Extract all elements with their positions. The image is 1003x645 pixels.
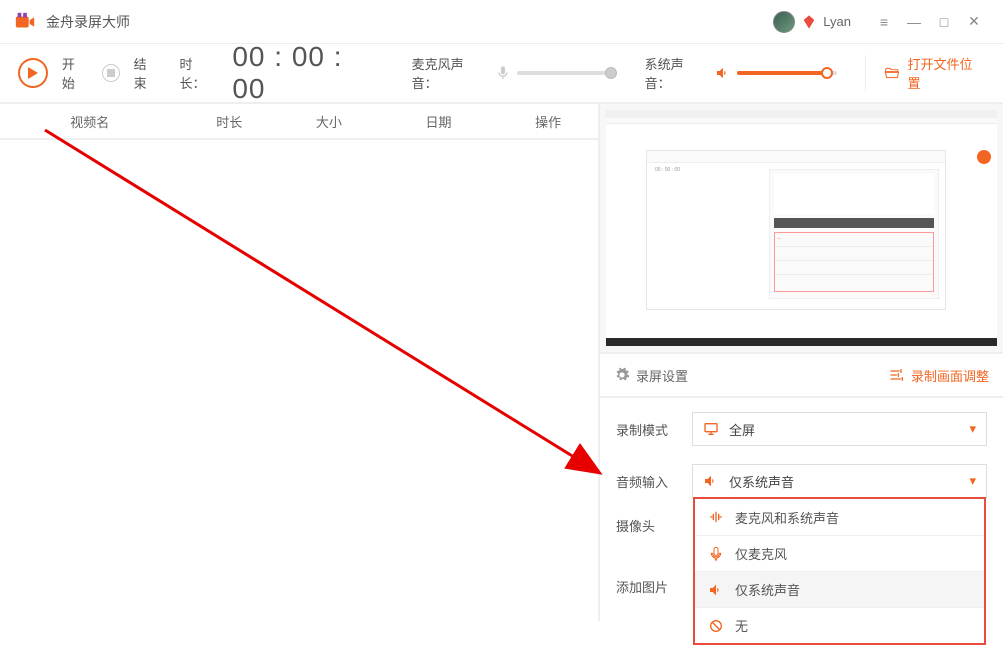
mic-icon (707, 546, 725, 562)
record-start-button[interactable] (18, 58, 48, 88)
folder-icon (884, 65, 900, 81)
open-folder-label: 打开文件位置 (907, 54, 985, 92)
settings-title: 录屏设置 (636, 366, 688, 385)
settings-body: 录制模式 全屏 ▾ 音频输入 仅系统声音 ▾ 麦克风和系统声音 (600, 398, 1003, 610)
speaker-icon (703, 473, 721, 489)
mic-label: 麦克风声音： (412, 54, 490, 92)
monitor-icon (703, 421, 721, 437)
duration-label: 时长： (180, 54, 219, 92)
dd-label: 麦克风和系统声音 (735, 508, 839, 527)
col-name: 视频名 (0, 112, 179, 131)
col-date: 日期 (379, 112, 499, 131)
maximize-button[interactable]: □ (929, 7, 959, 37)
audio-dropdown: 麦克风和系统声音 仅麦克风 仅系统声音 无 (693, 497, 986, 645)
gear-icon (614, 367, 630, 383)
start-label: 开始 (62, 54, 88, 92)
minimize-button[interactable]: — (899, 7, 929, 37)
stop-label: 结束 (134, 54, 160, 92)
camera-label: 摄像头 (616, 516, 678, 535)
right-panel: 00 : 00 : 00 — 录屏设置 (600, 104, 1003, 621)
open-folder-button[interactable]: 打开文件位置 (865, 55, 985, 91)
dd-label: 仅麦克风 (735, 544, 787, 563)
audio-value: 仅系统声音 (729, 472, 961, 491)
audio-label: 音频输入 (616, 472, 678, 491)
none-icon (707, 618, 725, 634)
user-area[interactable]: Lyan (773, 11, 869, 33)
main-area: 视频名 时长 大小 日期 操作 00 : 00 : 00 — (0, 104, 1003, 621)
mode-label: 录制模式 (616, 420, 678, 439)
record-stop-button[interactable] (102, 64, 120, 82)
chevron-down-icon: ▾ (969, 421, 976, 437)
audio-select[interactable]: 仅系统声音 ▾ 麦克风和系统声音 仅麦克风 仅系统声 (692, 464, 987, 498)
app-logo-icon (14, 11, 36, 33)
mode-row: 录制模式 全屏 ▾ (616, 412, 987, 446)
col-duration: 时长 (179, 112, 279, 131)
sliders-icon (889, 367, 905, 383)
dd-option-mic-sys[interactable]: 麦克风和系统声音 (695, 499, 984, 535)
table-header: 视频名 时长 大小 日期 操作 (0, 104, 598, 140)
audio-row: 音频输入 仅系统声音 ▾ 麦克风和系统声音 仅麦克风 (616, 464, 987, 498)
mode-select[interactable]: 全屏 ▾ (692, 412, 987, 446)
timer-display: 00 : 00 : 00 (232, 41, 383, 105)
app-title: 金舟录屏大师 (46, 12, 773, 32)
col-action: 操作 (498, 112, 598, 131)
vip-diamond-icon (801, 14, 817, 30)
adjust-label: 录制画面调整 (911, 366, 989, 385)
speaker-icon (707, 582, 725, 598)
mode-value: 全屏 (729, 420, 961, 439)
recordings-panel: 视频名 时长 大小 日期 操作 (0, 104, 600, 621)
dd-option-mic[interactable]: 仅麦克风 (695, 535, 984, 571)
settings-header: 录屏设置 录制画面调整 (600, 354, 1003, 398)
speaker-icon (715, 65, 731, 81)
sys-volume-slider[interactable] (737, 71, 836, 75)
window-controls: ≡ — □ ✕ (869, 7, 989, 37)
sys-label: 系统声音： (645, 54, 710, 92)
mic-icon (495, 65, 511, 81)
chevron-down-icon: ▾ (969, 473, 976, 489)
preview-area: 00 : 00 : 00 — (600, 104, 1003, 354)
dd-option-none[interactable]: 无 (695, 607, 984, 643)
dd-option-sys[interactable]: 仅系统声音 (695, 571, 984, 607)
close-button[interactable]: ✕ (959, 7, 989, 37)
menu-button[interactable]: ≡ (869, 7, 899, 37)
addimg-label: 添加图片 (616, 577, 678, 596)
mic-volume-slider[interactable] (517, 71, 616, 75)
toolbar: 开始 结束 时长： 00 : 00 : 00 麦克风声音： 系统声音： 打开文件… (0, 44, 1003, 104)
username: Lyan (823, 14, 851, 29)
wave-icon (707, 509, 725, 525)
avatar[interactable] (773, 11, 795, 33)
title-bar: 金舟录屏大师 Lyan ≡ — □ ✕ (0, 0, 1003, 44)
adjust-capture-button[interactable]: 录制画面调整 (889, 366, 989, 385)
dd-label: 无 (735, 616, 748, 635)
dd-label: 仅系统声音 (735, 580, 800, 599)
col-size: 大小 (279, 112, 379, 131)
